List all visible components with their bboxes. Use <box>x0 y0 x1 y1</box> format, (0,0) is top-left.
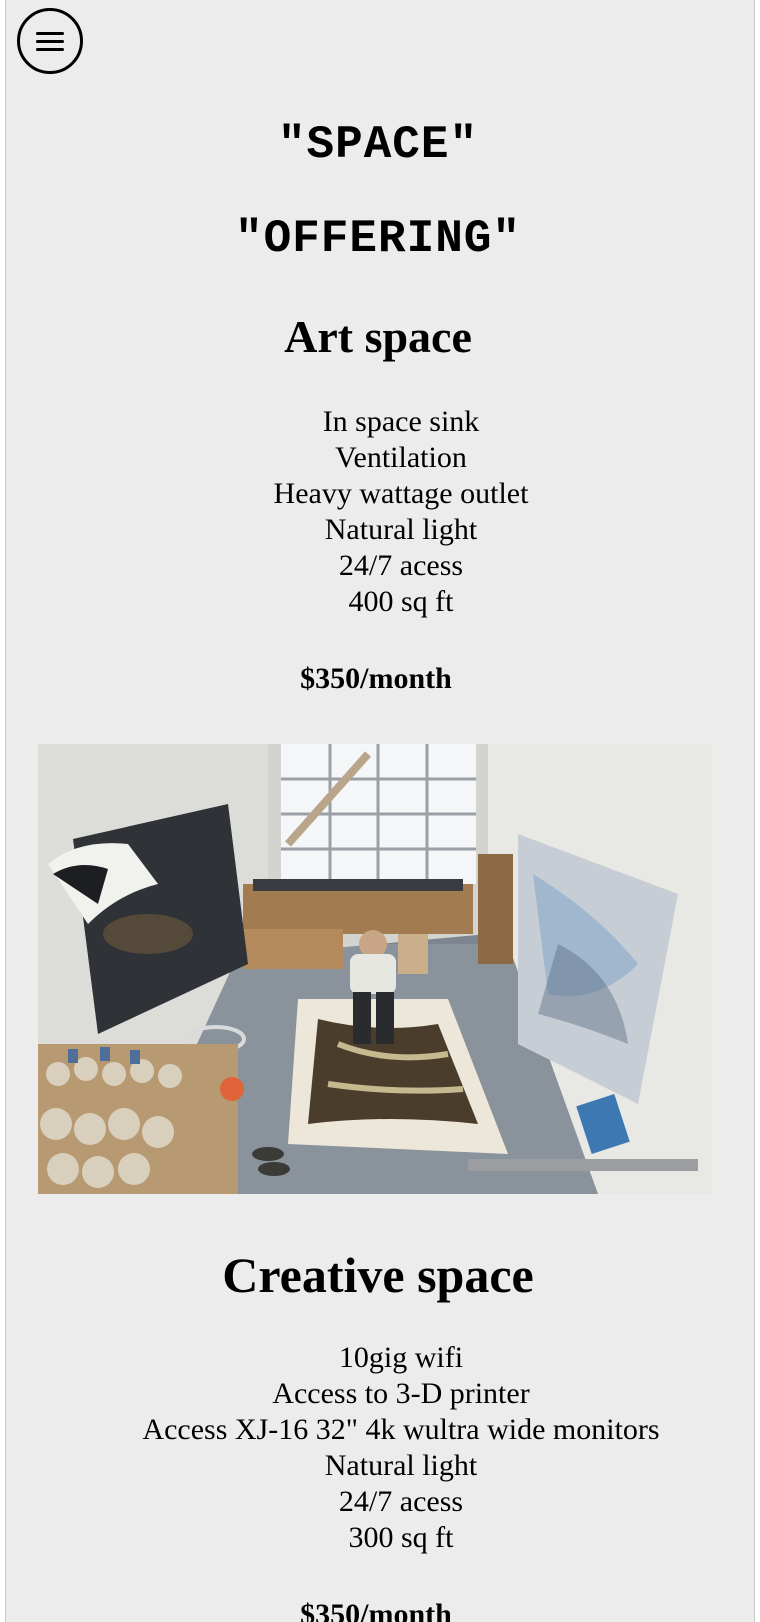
page: "SPACE" "OFFERING" Art space In space si… <box>5 0 755 1622</box>
menu-bar-icon <box>36 32 64 35</box>
hamburger-menu-button[interactable] <box>17 8 83 74</box>
heading-offering: "OFFERING" <box>234 213 522 265</box>
feature-item: 24/7 acess <box>338 549 464 582</box>
feature-item: Ventilation <box>335 441 467 474</box>
feature-item: 24/7 acess <box>338 1485 464 1518</box>
creative-space-price: $350/month <box>300 1598 452 1622</box>
art-space-features: In space sink Ventilation Heavy wattage … <box>6 404 754 620</box>
feature-item: 400 sq ft <box>348 585 454 618</box>
feature-item: Heavy wattage outlet <box>273 477 529 510</box>
menu-bar-icon <box>36 48 64 51</box>
menu-bar-icon <box>36 40 64 43</box>
feature-item: Natural light <box>324 1449 478 1482</box>
artist-studio-photo <box>38 744 712 1194</box>
creative-space-title: Creative space <box>222 1247 534 1303</box>
feature-item: 300 sq ft <box>348 1521 454 1554</box>
art-space-price: $350/month <box>300 662 452 695</box>
feature-item: Natural light <box>324 513 478 546</box>
feature-item: Access to 3-D printer <box>272 1377 530 1410</box>
heading-space: "SPACE" <box>277 119 479 171</box>
feature-item: In space sink <box>322 405 480 438</box>
creative-space-features: 10gig wifi Access to 3-D printer Access … <box>6 1340 754 1556</box>
feature-item: Access XJ-16 32" 4k wultra wide monitors <box>142 1413 660 1446</box>
feature-item: 10gig wifi <box>338 1341 464 1374</box>
art-space-title: Art space <box>284 311 472 362</box>
